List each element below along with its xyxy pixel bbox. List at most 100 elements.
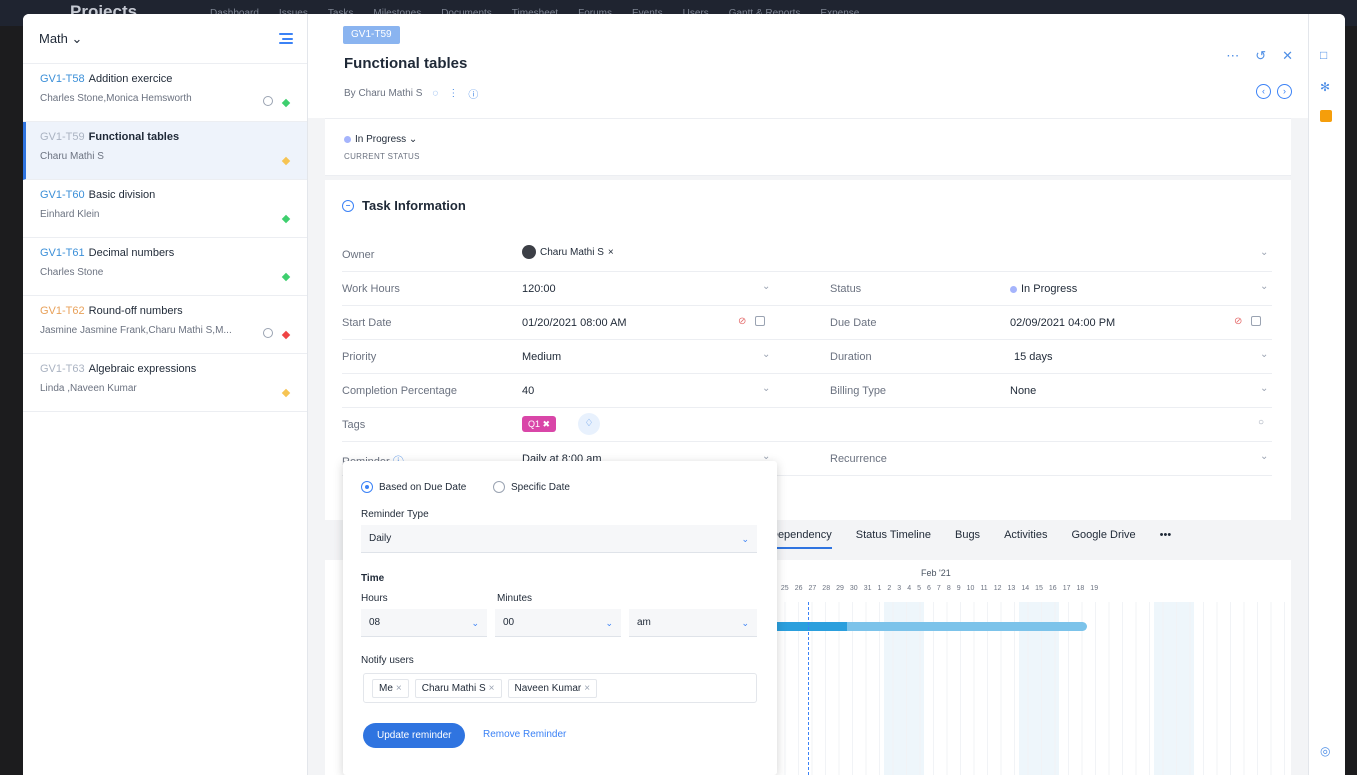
remove-user-icon[interactable]: ×	[489, 683, 495, 694]
more-icon[interactable]: ⋯	[1226, 48, 1239, 64]
collapse-icon[interactable]: −	[342, 199, 354, 212]
based-on-due-date-radio[interactable]: Based on Due Date	[361, 481, 466, 493]
task-id[interactable]: GV1-T62	[40, 305, 85, 317]
tab-bugs[interactable]: Bugs	[955, 529, 980, 549]
help-icon[interactable]: ◎	[1320, 744, 1330, 758]
priority-value[interactable]: Medium	[522, 351, 561, 363]
menu-icon[interactable]	[279, 33, 293, 44]
calendar-icon[interactable]	[1251, 316, 1261, 326]
task-list-item[interactable]: GV1-T61 Decimal numbers Charles Stone	[23, 238, 307, 296]
billing-chevron-icon[interactable]: ⌄	[1260, 383, 1268, 394]
priority-icon	[281, 98, 291, 108]
prev-arrow-icon[interactable]: ‹	[1256, 84, 1271, 99]
work-hours-value[interactable]: 120:00	[522, 283, 556, 295]
task-list-item[interactable]: GV1-T60 Basic division Einhard Klein	[23, 180, 307, 238]
task-list-item[interactable]: GV1-T59 Functional tables Charu Mathi S	[23, 122, 307, 180]
duration-chevron-icon[interactable]: ⌄	[1260, 349, 1268, 360]
task-name: Functional tables	[88, 131, 180, 143]
gantt-day-label: 14	[1021, 585, 1030, 592]
detail-tabs: Dependency Status Timeline Bugs Activiti…	[770, 529, 1171, 549]
tab-more[interactable]: •••	[1160, 529, 1172, 549]
tags-label: Tags	[342, 419, 366, 431]
integration-icon[interactable]: ✻	[1320, 80, 1330, 94]
chat-icon[interactable]: □	[1320, 48, 1327, 62]
task-list-item[interactable]: GV1-T62 Round-off numbers Jasmine Jasmine …	[23, 296, 307, 354]
task-id-chip[interactable]: GV1-T59	[343, 26, 400, 44]
remove-owner-icon[interactable]: ×	[608, 247, 614, 258]
task-id[interactable]: GV1-T58	[40, 73, 85, 85]
calendar-icon[interactable]	[755, 316, 765, 326]
time-label: Time	[361, 573, 385, 584]
remove-user-icon[interactable]: ×	[584, 683, 590, 694]
comment-icon[interactable]: ◌	[432, 88, 438, 99]
owner-label: Owner	[342, 249, 375, 261]
tab-status-timeline[interactable]: Status Timeline	[856, 529, 931, 549]
priority-chevron-icon[interactable]: ⌄	[762, 349, 770, 360]
specific-date-radio[interactable]: Specific Date	[493, 481, 570, 493]
task-owners: Jasmine Jasmine Frank,Charu Mathi S,M...	[40, 325, 232, 336]
update-reminder-button[interactable]: Update reminder	[363, 723, 466, 748]
notes-icon[interactable]	[1320, 110, 1332, 122]
hours-select[interactable]: 08 ⌄	[361, 609, 487, 637]
add-tag-icon[interactable]: ♢	[578, 413, 600, 435]
remove-user-icon[interactable]: ×	[396, 683, 402, 694]
ampm-value: am	[637, 617, 651, 628]
task-name: Decimal numbers	[88, 247, 175, 259]
duration-value[interactable]: 15 days	[1014, 351, 1053, 363]
gantt-day-label: 17	[1062, 585, 1071, 592]
attachment-icon[interactable]: ⋮	[448, 88, 458, 99]
status-field[interactable]: In Progress	[1010, 283, 1077, 295]
status-chevron-icon[interactable]: ⌄	[1260, 281, 1268, 292]
tag-chip[interactable]: Q1 ✖	[522, 416, 557, 432]
owner-chevron-icon[interactable]: ⌄	[1260, 247, 1268, 258]
billing-value[interactable]: None	[1010, 385, 1036, 397]
ampm-select[interactable]: am ⌄	[629, 609, 757, 637]
task-id[interactable]: GV1-T63	[40, 363, 85, 375]
tab-google-drive[interactable]: Google Drive	[1071, 529, 1135, 549]
gantt-day-label: 29	[836, 585, 844, 592]
close-icon[interactable]: ✕	[1282, 48, 1293, 64]
completion-chevron-icon[interactable]: ⌄	[762, 383, 770, 394]
task-list: GV1-T58 Addition exercice Charles Stone,Mo…	[23, 64, 307, 412]
tag-icon[interactable]: ○	[1258, 417, 1264, 428]
radio-icon	[493, 481, 505, 493]
owner-chip[interactable]: Charu Mathi S ×	[522, 245, 614, 259]
start-date-value[interactable]: 01/20/2021 08:00 AM	[522, 317, 627, 329]
gantt-month: Feb '21	[921, 568, 951, 578]
due-date-value[interactable]: 02/09/2021 04:00 PM	[1010, 317, 1115, 329]
remove-reminder-link[interactable]: Remove Reminder	[483, 729, 566, 740]
expand-icon[interactable]: ↺	[1255, 48, 1266, 64]
tab-dependency[interactable]: Dependency	[770, 529, 832, 549]
current-status-dropdown[interactable]: In Progress ⌄	[344, 134, 417, 145]
billing-label: Billing Type	[830, 385, 887, 397]
recurrence-chevron-icon[interactable]: ⌄	[1260, 451, 1268, 462]
next-arrow-icon[interactable]: ›	[1277, 84, 1292, 99]
work-hours-chevron-icon[interactable]: ⌄	[762, 281, 770, 292]
user-chip[interactable]: Naveen Kumar ×	[507, 678, 598, 698]
task-id[interactable]: GV1-T61	[40, 247, 85, 259]
project-selector[interactable]: Math ⌄	[39, 31, 82, 47]
user-chip[interactable]: Charu Mathi S ×	[414, 678, 502, 698]
tab-activities[interactable]: Activities	[1004, 529, 1047, 549]
task-list-item[interactable]: GV1-T63 Algebraic expressions Linda ,Navee…	[23, 354, 307, 412]
gantt-day-label: 31	[863, 585, 872, 592]
task-information-header[interactable]: − Task Information	[342, 198, 466, 213]
clear-start-icon[interactable]: ⊘	[738, 316, 746, 327]
completion-value[interactable]: 40	[522, 385, 534, 397]
task-title[interactable]: Functional tables	[344, 55, 467, 72]
clear-due-icon[interactable]: ⊘	[1234, 316, 1242, 327]
user-chip[interactable]: Me ×	[372, 678, 409, 698]
info-icon[interactable]: ⓘ	[468, 86, 478, 101]
task-list-item[interactable]: GV1-T58 Addition exercice Charles Stone,Mo…	[23, 64, 307, 122]
minutes-select[interactable]: 00 ⌄	[495, 609, 621, 637]
specific-date-label: Specific Date	[511, 481, 570, 493]
reminder-type-select[interactable]: Daily ⌄	[361, 525, 757, 553]
priority-icon	[281, 388, 291, 398]
gantt-day-label: 9	[956, 585, 961, 592]
right-rail: □ ✻ ◎	[1308, 14, 1345, 775]
task-name: Basic division	[88, 189, 156, 201]
task-list-panel: Math ⌄ GV1-T58 Addition exercice Charles S…	[23, 14, 308, 775]
notify-users-input[interactable]: Me × Charu Mathi S × Naveen Kumar ×	[363, 673, 757, 703]
task-id[interactable]: GV1-T59	[40, 131, 85, 143]
task-id[interactable]: GV1-T60	[40, 189, 85, 201]
